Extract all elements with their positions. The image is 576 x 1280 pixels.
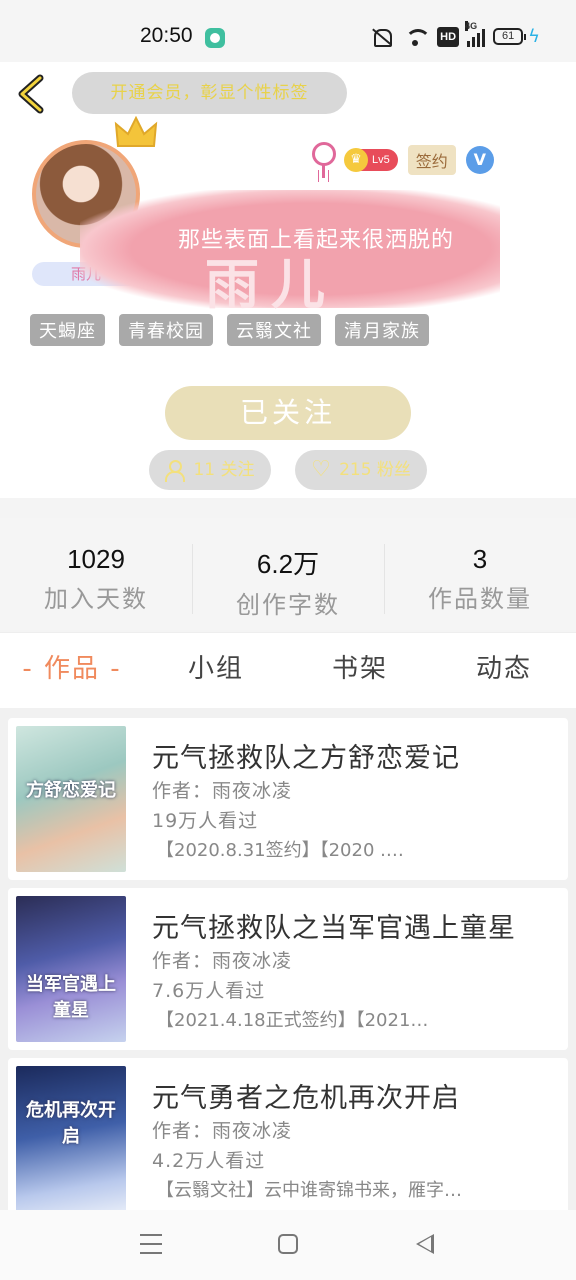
level-crown-icon: ♛ — [344, 148, 368, 172]
back-button[interactable] — [14, 74, 48, 114]
battery-icon: 61 ϟ — [493, 26, 540, 47]
tab-bar: - 作品 - 小组 书架 动态 — [0, 632, 576, 708]
signed-badge[interactable]: 签约 — [407, 145, 456, 175]
stat-label: 作品数量 — [428, 585, 532, 613]
hd-icon: HD — [437, 26, 460, 47]
cover-title: 当军官遇上童星 — [26, 974, 116, 1021]
cover-title: 危机再次开启 — [26, 1100, 116, 1147]
status-icons: HD 4G 61 ϟ — [369, 20, 540, 47]
stat-value: 1029 — [67, 544, 125, 574]
stat-value: 3 — [472, 544, 488, 574]
tab-activity[interactable]: 动态 — [432, 633, 576, 708]
book-author: 作者：雨夜冰凌 — [152, 780, 293, 802]
heart-icon — [311, 450, 331, 490]
book-title[interactable]: 元气拯救队之当军官遇上童星 — [152, 906, 516, 945]
stat-value: 6.2万 — [256, 549, 320, 579]
tag-item[interactable]: 青春校园 — [119, 314, 213, 346]
book-title[interactable]: 元气拯救队之方舒恋爱记 — [152, 736, 460, 775]
signature-name: 雨儿 — [205, 253, 337, 316]
verified-v-icon[interactable]: V — [465, 146, 494, 174]
female-icon — [310, 140, 336, 180]
charging-icon: ϟ — [528, 26, 540, 47]
stat-join-days: 1029 加入天数 — [0, 518, 192, 630]
crown-icon — [114, 116, 158, 147]
book-author: 作者：雨夜冰凌 — [152, 1120, 293, 1142]
level-text: Lv5 — [372, 154, 390, 166]
stat-works-count: 3 作品数量 — [384, 518, 576, 630]
profile-header: 开通会员，彰显个性标签 V 雨儿 那些表面上看起来很洒脱的 雨儿 ♛ Lv5 签… — [0, 62, 576, 498]
tab-bookshelf[interactable]: 书架 — [288, 633, 432, 708]
book-note: 【云翳文社】云中谁寄锦书来，雁字… — [156, 1180, 462, 1201]
book-note: 【2021.4.18正式签约】【2021… — [156, 1010, 429, 1031]
book-cover[interactable]: 当军官遇上童星 — [16, 896, 126, 1042]
menu-icon[interactable] — [140, 1234, 162, 1254]
back-triangle-icon[interactable] — [416, 1234, 434, 1254]
tab-groups[interactable]: 小组 — [144, 633, 288, 708]
book-cover[interactable]: 危机再次开启 — [16, 1066, 126, 1210]
fans-count: 215 粉丝 — [339, 460, 411, 480]
stat-word-count: 6.2万 创作字数 — [192, 518, 384, 630]
tag-item[interactable]: 清月家族 — [335, 314, 429, 346]
vip-motto-pill[interactable]: 开通会员，彰显个性标签 — [72, 72, 347, 114]
stat-label: 加入天数 — [44, 585, 148, 613]
cover-title: 方舒恋爱记 — [26, 780, 116, 801]
follow-button[interactable]: 已关注 — [165, 386, 411, 440]
book-views: 7.6万人看过 — [152, 980, 266, 1002]
app-notification-icon — [205, 28, 225, 48]
status-time: 20:50 — [140, 24, 193, 47]
book-note: 【2020.8.31签约】【2020 .… — [156, 840, 404, 861]
profile-badges: ♛ Lv5 签约 V — [310, 140, 494, 180]
book-author: 作者：雨夜冰凌 — [152, 950, 293, 972]
tag-item[interactable]: 云翳文社 — [227, 314, 321, 346]
home-icon[interactable] — [278, 1234, 298, 1254]
tag-list: 天蝎座 青春校园 云翳文社 清月家族 — [30, 314, 429, 346]
book-card[interactable]: 方舒恋爱记 元气拯救队之方舒恋爱记 作者：雨夜冰凌 19万人看过 【2020.8… — [8, 718, 568, 880]
book-card[interactable]: 危机再次开启 元气勇者之危机再次开启 作者：雨夜冰凌 4.2万人看过 【云翳文社… — [8, 1058, 568, 1210]
following-count: 11 关注 — [193, 460, 255, 480]
wifi-icon — [403, 27, 432, 47]
add-person-icon — [165, 460, 186, 482]
battery-level: 61 — [493, 28, 524, 45]
network-type: 4G — [465, 20, 478, 31]
stats-row: 1029 加入天数 6.2万 创作字数 3 作品数量 — [0, 518, 576, 630]
mute-icon — [369, 27, 395, 47]
level-badge[interactable]: ♛ Lv5 — [344, 148, 398, 172]
chevron-left-icon — [18, 74, 44, 114]
book-list: 方舒恋爱记 元气拯救队之方舒恋爱记 作者：雨夜冰凌 19万人看过 【2020.8… — [0, 708, 576, 1210]
book-views: 19万人看过 — [152, 810, 259, 832]
book-cover[interactable]: 方舒恋爱记 — [16, 726, 126, 872]
stat-label: 创作字数 — [236, 591, 340, 619]
system-nav-bar — [0, 1210, 576, 1280]
book-views: 4.2万人看过 — [152, 1150, 266, 1172]
tab-works[interactable]: - 作品 - — [0, 633, 144, 708]
signal-icon: 4G — [465, 20, 486, 47]
following-count-button[interactable]: 11 关注 — [149, 450, 271, 490]
status-bar: 20:50 HD 4G 61 ϟ — [0, 0, 576, 62]
tag-item[interactable]: 天蝎座 — [30, 314, 105, 346]
book-title[interactable]: 元气勇者之危机再次开启 — [152, 1076, 460, 1115]
fans-count-button[interactable]: 215 粉丝 — [295, 450, 427, 490]
book-card[interactable]: 当军官遇上童星 元气拯救队之当军官遇上童星 作者：雨夜冰凌 7.6万人看过 【2… — [8, 888, 568, 1050]
